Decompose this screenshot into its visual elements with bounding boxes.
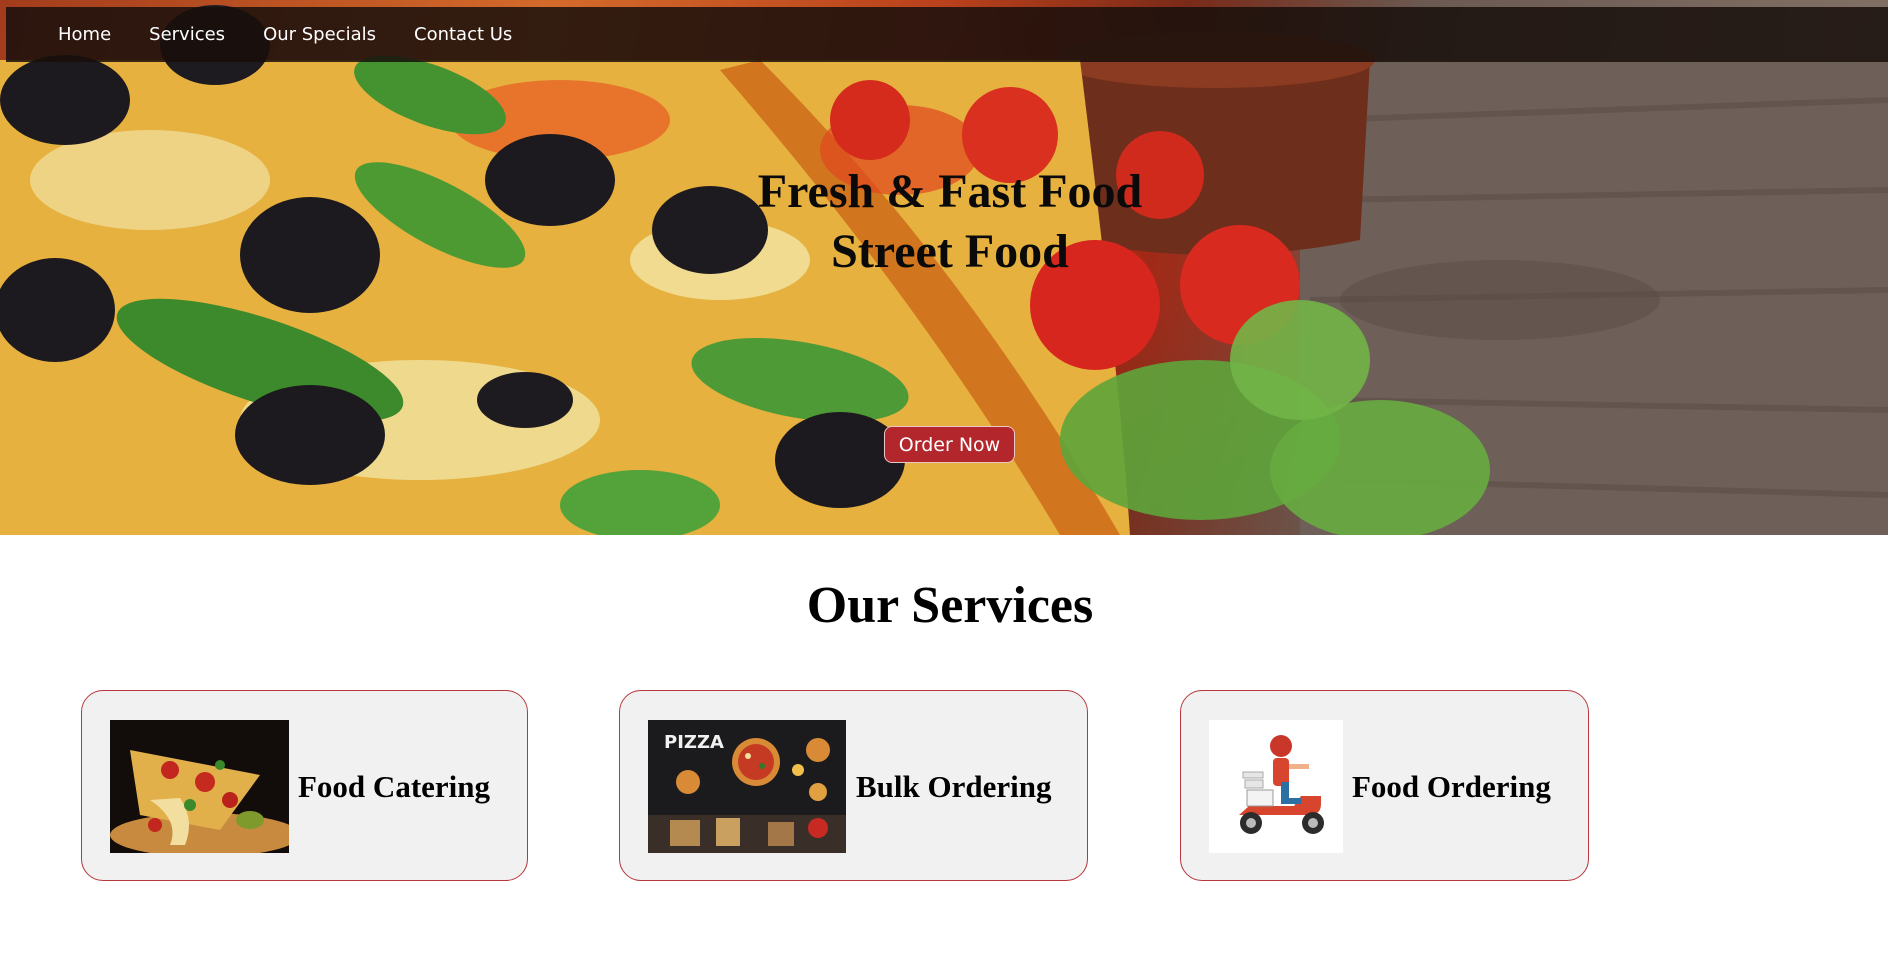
service-label-bulk-ordering: Bulk Ordering: [856, 769, 1052, 804]
services-heading: Our Services: [806, 577, 1094, 634]
nav-link-our-specials[interactable]: Our Specials: [263, 24, 376, 45]
nav-link-home[interactable]: Home: [58, 24, 111, 45]
service-label-food-ordering: Food Ordering: [1352, 769, 1551, 804]
delivery-scooter-image: [1209, 720, 1343, 853]
hero-title-line1: Fresh & Fast Food: [757, 165, 1143, 218]
hero-title-line2: Street Food: [831, 225, 1069, 278]
pizza-chalkboard-image: PIZZA: [648, 720, 846, 853]
svg-text:PIZZA: PIZZA: [664, 732, 724, 753]
hero-banner: Home Services Our Specials Contact Us Fr…: [0, 0, 1888, 535]
top-navbar: Home Services Our Specials Contact Us: [6, 7, 1888, 62]
hero-title: Fresh & Fast Food Street Food: [0, 162, 1888, 282]
service-label-food-catering: Food Catering: [298, 769, 491, 804]
service-card-food-ordering[interactable]: Food Ordering: [1180, 690, 1589, 881]
pizza-slice-image: [110, 720, 289, 853]
order-now-button[interactable]: Order Now: [884, 426, 1015, 463]
service-card-food-catering[interactable]: Food Catering: [81, 690, 528, 881]
nav-link-contact-us[interactable]: Contact Us: [414, 24, 512, 45]
nav-link-services[interactable]: Services: [149, 24, 225, 45]
service-card-bulk-ordering[interactable]: PIZZA Bulk Ordering: [619, 690, 1088, 881]
